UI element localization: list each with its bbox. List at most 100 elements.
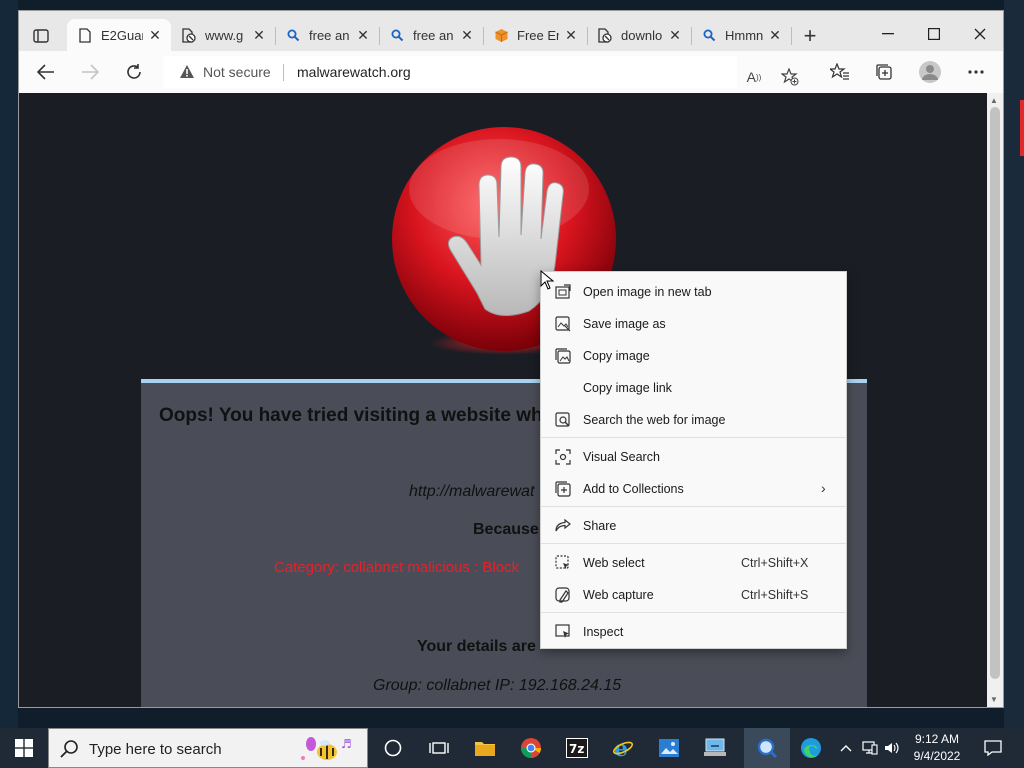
security-status[interactable]: Not secure [203, 64, 271, 80]
desktop-background-right [1004, 0, 1024, 728]
menu-separator [541, 437, 846, 438]
menu-item-label: Inspect [583, 625, 624, 639]
tab-free-an-1[interactable]: free an ✕ [275, 19, 379, 51]
favorites-icon[interactable] [825, 57, 855, 87]
inspect-icon [555, 624, 570, 638]
read-aloud-icon[interactable]: A)) [739, 62, 769, 92]
close-tab-icon[interactable]: ✕ [767, 27, 783, 43]
timeline-icon[interactable] [416, 728, 462, 768]
menu-item-label: Web capture [583, 588, 654, 602]
address-bar[interactable]: Not secure malwarewatch.org A)) [163, 56, 799, 88]
details-label: Your details are [417, 638, 536, 655]
tab-hmmn[interactable]: Hmmn ✕ [691, 19, 791, 51]
tab-title: free an [309, 27, 350, 43]
menu-item-share[interactable]: Share [541, 511, 846, 541]
refresh-button[interactable] [119, 57, 149, 87]
menu-item-web-capture[interactable]: Web capture Ctrl+Shift+S [541, 580, 846, 610]
windows-start-icon[interactable] [0, 728, 48, 768]
image-search-icon [555, 412, 570, 427]
blocked-url: http://malwarewat [409, 483, 535, 500]
desktop-background [0, 0, 18, 728]
menu-item-label: Web select [583, 556, 645, 570]
chrome-icon[interactable] [508, 728, 554, 768]
warning-icon[interactable] [179, 64, 195, 84]
close-window-button[interactable] [957, 19, 1003, 49]
clock-time: 9:12 AM [914, 732, 960, 746]
close-tab-icon[interactable]: ✕ [563, 27, 579, 43]
scrollbar-thumb[interactable] [990, 107, 1000, 679]
taskbar: Type here to search ♬ 7z e 9:12 AM 9/4/2… [0, 728, 1024, 768]
show-hidden-icons[interactable] [836, 728, 856, 768]
file-explorer-icon[interactable] [462, 728, 508, 768]
notifications-icon[interactable] [978, 728, 1008, 768]
menu-item-add-to-collections[interactable]: Add to Collections › [541, 474, 846, 504]
back-button[interactable] [31, 57, 61, 87]
page-icon [77, 27, 93, 43]
maximize-button[interactable] [911, 19, 957, 49]
collections-icon [555, 481, 571, 497]
share-icon [555, 518, 571, 532]
forward-button[interactable] [75, 57, 105, 87]
tab-free-an-2[interactable]: free an ✕ [379, 19, 483, 51]
close-tab-icon[interactable]: ✕ [459, 27, 475, 43]
context-menu: Open image in new tab Save image as Copy… [540, 271, 847, 649]
network-computer-icon[interactable] [692, 728, 738, 768]
volume-icon[interactable] [882, 728, 902, 768]
photos-icon[interactable] [646, 728, 692, 768]
scroll-up-icon[interactable]: ▲ [990, 96, 998, 105]
system-clock[interactable]: 9:12 AM 9/4/2022 [902, 731, 972, 765]
tab-e2guardian[interactable]: E2Guar ✕ [67, 19, 171, 51]
reason-label: Because [473, 521, 539, 538]
menu-separator [541, 506, 846, 507]
search-icon [59, 739, 79, 764]
tab-free-er[interactable]: Free Er ✕ [483, 19, 587, 51]
menu-item-label: Copy image link [583, 381, 672, 395]
close-tab-icon[interactable]: ✕ [251, 27, 267, 43]
taskbar-search-box[interactable]: Type here to search ♬ [48, 728, 368, 768]
url-text[interactable]: malwarewatch.org [297, 64, 411, 80]
svg-text:7z: 7z [569, 742, 584, 756]
blocked-page-icon [597, 27, 613, 43]
menu-item-shortcut: Ctrl+Shift+X [741, 556, 809, 570]
new-tab-button[interactable]: + [795, 23, 825, 49]
network-icon[interactable] [860, 728, 880, 768]
package-icon [493, 27, 509, 43]
clock-date: 9/4/2022 [913, 749, 961, 763]
collections-icon[interactable] [869, 57, 899, 87]
minimize-button[interactable] [865, 19, 911, 49]
task-view-icon[interactable] [370, 728, 416, 768]
add-favorite-icon[interactable] [775, 62, 805, 92]
menu-item-copy-image[interactable]: Copy image [541, 341, 846, 371]
menu-item-open-image-new-tab[interactable]: Open image in new tab [541, 277, 846, 307]
open-new-tab-icon [555, 284, 571, 299]
scroll-down-icon[interactable]: ▼ [990, 695, 998, 704]
navigation-toolbar: Not secure malwarewatch.org A)) [19, 51, 1003, 94]
close-tab-icon[interactable]: ✕ [355, 27, 371, 43]
menu-item-copy-image-link[interactable]: Copy image link [541, 373, 846, 403]
edge-icon[interactable] [788, 728, 834, 768]
menu-separator [541, 612, 846, 613]
settings-more-icon[interactable] [961, 57, 991, 87]
profile-avatar[interactable] [915, 57, 945, 87]
menu-item-inspect[interactable]: Inspect [541, 617, 846, 647]
7zip-icon[interactable]: 7z [554, 728, 600, 768]
internet-explorer-icon[interactable]: e [600, 728, 646, 768]
menu-item-label: Save image as [583, 317, 666, 331]
search-app-icon[interactable] [744, 728, 790, 768]
close-tab-icon[interactable]: ✕ [667, 27, 683, 43]
vertical-scrollbar[interactable]: ▲ ▼ [987, 93, 1003, 707]
menu-item-search-web-for-image[interactable]: Search the web for image [541, 405, 846, 435]
tab-actions-icon[interactable] [27, 25, 55, 47]
tab-title: free an [413, 27, 454, 43]
menu-item-visual-search[interactable]: Visual Search [541, 442, 846, 472]
menu-item-save-image-as[interactable]: Save image as [541, 309, 846, 339]
tab-downlo[interactable]: downlo ✕ [587, 19, 691, 51]
close-tab-icon[interactable]: ✕ [147, 27, 163, 43]
menu-item-label: Share [583, 519, 617, 533]
tab-title: Hmmn [725, 27, 764, 43]
menu-item-web-select[interactable]: Web select Ctrl+Shift+X [541, 548, 846, 578]
search-highlight-icon: ♬ [301, 737, 352, 760]
menu-separator [541, 543, 846, 544]
tab-www[interactable]: www.g ✕ [171, 19, 275, 51]
browser-window: E2Guar ✕ www.g ✕ free an ✕ free an ✕ Fre… [18, 10, 1004, 708]
